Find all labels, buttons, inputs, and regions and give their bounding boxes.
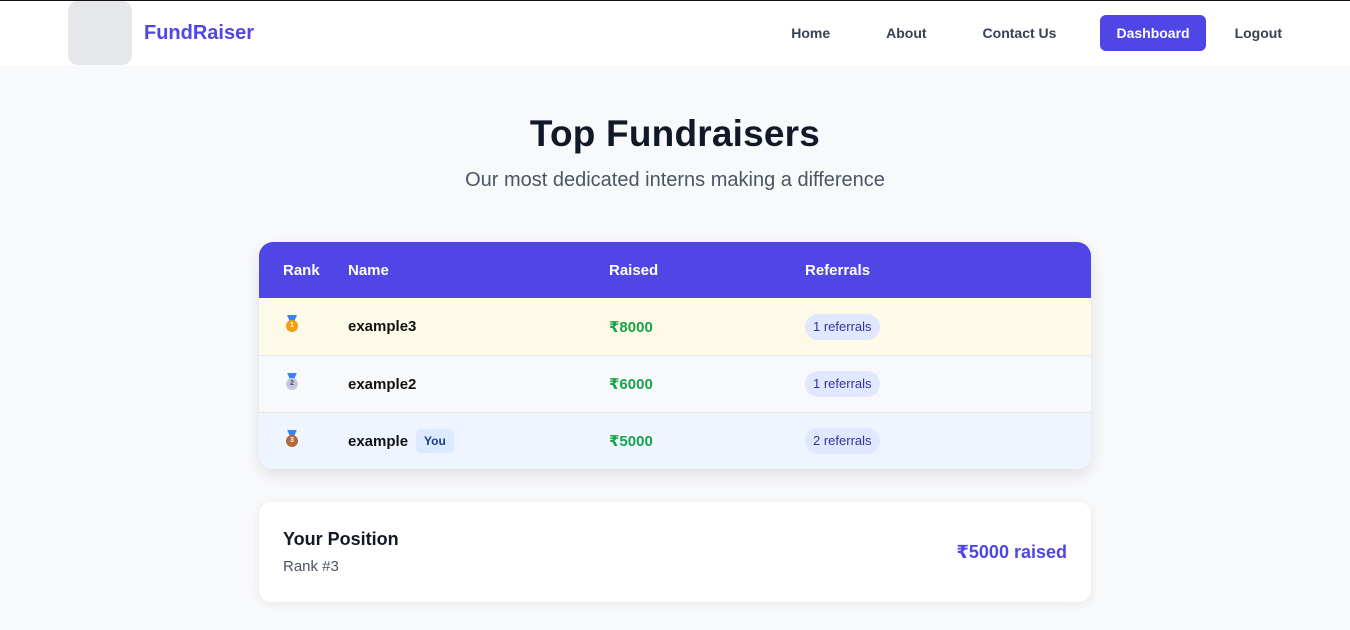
logout-link[interactable]: Logout [1235, 25, 1282, 41]
bronze-medal-icon: 3 [283, 429, 301, 448]
gold-medal-icon: 1 [283, 315, 301, 333]
header-rank: Rank [283, 261, 320, 279]
dashboard-button[interactable]: Dashboard [1100, 15, 1206, 51]
brand-name[interactable]: FundRaiser [144, 22, 254, 45]
row-raised: ₹6000 [609, 376, 653, 393]
referrals-badge: 1 referrals [805, 313, 880, 340]
header-raised: Raised [609, 261, 659, 279]
silver-medal-icon: 2 [283, 372, 301, 391]
header-name: Name [348, 261, 389, 279]
row-raised: ₹8000 [609, 318, 653, 336]
row-name: example2 [348, 375, 417, 393]
row-name-cell: example You [348, 429, 609, 453]
table-row: 2 example2 ₹6000 1 referrals [259, 355, 1091, 412]
your-position-card: Your Position Rank #3 ₹5000 raised [259, 502, 1091, 602]
page-title: Top Fundraisers [529, 113, 821, 154]
page-subtitle: Our most dedicated interns making a diff… [465, 169, 885, 191]
position-info: Your Position Rank #3 [283, 529, 399, 575]
header-referrals: Referrals [805, 261, 871, 279]
position-rank: Rank #3 [283, 558, 339, 575]
position-raised: ₹5000 raised [956, 541, 1067, 562]
nav-links: Home About Contact Us Dashboard Logout [791, 1, 1282, 65]
table-row: 1 example3 ₹8000 1 referrals [259, 298, 1091, 355]
top-navbar: FundRaiser Home About Contact Us Dashboa… [0, 1, 1350, 65]
referrals-badge: 1 referrals [805, 371, 880, 397]
row-name: example3 [348, 318, 417, 335]
you-badge: You [416, 429, 454, 453]
logo-placeholder[interactable] [68, 1, 132, 65]
hero-section: Top Fundraisers Our most dedicated inter… [0, 65, 1350, 192]
nav-about-link[interactable]: About [886, 25, 926, 41]
leaderboard-table: Rank Name Raised Referrals 1 example3 ₹8… [259, 242, 1091, 469]
row-name: example [348, 432, 409, 450]
row-raised: ₹5000 [609, 433, 653, 450]
position-title: Your Position [283, 529, 399, 549]
table-header: Rank Name Raised Referrals [259, 242, 1091, 298]
referrals-badge: 2 referrals [805, 428, 880, 454]
nav-contact-link[interactable]: Contact Us [983, 25, 1057, 41]
table-row: 3 example You ₹5000 2 referrals [259, 412, 1091, 469]
nav-home-link[interactable]: Home [791, 25, 830, 41]
